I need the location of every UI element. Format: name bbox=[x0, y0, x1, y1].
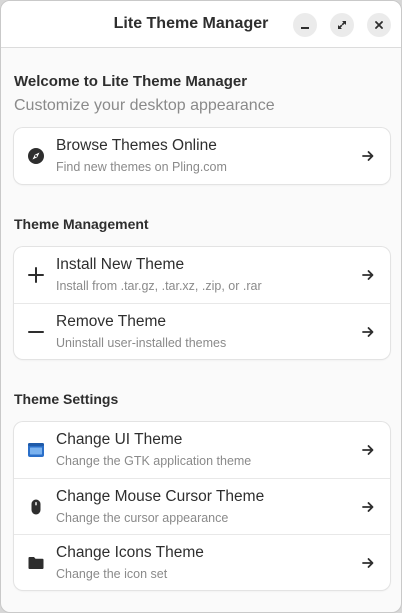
arrow-right-icon bbox=[360, 324, 376, 340]
row-title: Install New Theme bbox=[56, 256, 185, 273]
arrow-right-icon bbox=[360, 555, 376, 571]
row-title: Change Mouse Cursor Theme bbox=[56, 488, 265, 505]
row-subtitle: Change the cursor appearance bbox=[56, 511, 229, 525]
row-title: Remove Theme bbox=[56, 313, 166, 330]
arrow-right-icon bbox=[360, 499, 376, 515]
install-theme-row[interactable]: Install New Theme Install from .tar.gz, … bbox=[14, 247, 390, 303]
change-ui-theme-row[interactable]: Change UI Theme Change the GTK applicati… bbox=[14, 422, 390, 478]
row-subtitle: Find new themes on Pling.com bbox=[56, 160, 227, 174]
mouse-icon bbox=[27, 498, 45, 516]
theme-management-heading: Theme Management bbox=[14, 216, 149, 232]
close-icon bbox=[375, 21, 383, 29]
arrow-right-icon bbox=[360, 148, 376, 164]
change-cursor-theme-row[interactable]: Change Mouse Cursor Theme Change the cur… bbox=[14, 478, 390, 534]
row-subtitle: Uninstall user-installed themes bbox=[56, 336, 227, 350]
folder-icon bbox=[27, 554, 45, 572]
maximize-button[interactable] bbox=[330, 13, 354, 37]
app-window: Lite Theme Manager Welcome to Lite Theme… bbox=[0, 0, 402, 613]
row-subtitle: Change the GTK application theme bbox=[56, 454, 252, 468]
minus-icon bbox=[27, 323, 45, 341]
welcome-title: Welcome to Lite Theme Manager bbox=[14, 73, 248, 90]
browse-themes-row[interactable]: Browse Themes Online Find new themes on … bbox=[14, 128, 390, 184]
arrow-right-icon bbox=[360, 442, 376, 458]
browse-card: Browse Themes Online Find new themes on … bbox=[14, 128, 390, 184]
header-bar: Lite Theme Manager bbox=[1, 1, 401, 48]
row-subtitle: Change the icon set bbox=[56, 567, 168, 581]
remove-theme-row[interactable]: Remove Theme Uninstall user-installed th… bbox=[14, 303, 390, 359]
welcome-subtitle: Customize your desktop appearance bbox=[14, 97, 275, 114]
minimize-button[interactable] bbox=[293, 13, 317, 37]
row-title: Change Icons Theme bbox=[56, 544, 204, 561]
row-title: Browse Themes Online bbox=[56, 137, 217, 154]
row-title: Change UI Theme bbox=[56, 431, 183, 448]
close-button[interactable] bbox=[367, 13, 391, 37]
change-icons-theme-row[interactable]: Change Icons Theme Change the icon set bbox=[14, 534, 390, 590]
row-subtitle: Install from .tar.gz, .tar.xz, .zip, or … bbox=[56, 279, 262, 293]
arrow-right-icon bbox=[360, 267, 376, 283]
theme-settings-card: Change UI Theme Change the GTK applicati… bbox=[14, 422, 390, 590]
minimize-icon bbox=[301, 27, 309, 29]
theme-management-card: Install New Theme Install from .tar.gz, … bbox=[14, 247, 390, 359]
maximize-icon bbox=[338, 21, 346, 29]
window-icon bbox=[27, 441, 45, 459]
compass-icon bbox=[27, 147, 45, 165]
theme-settings-heading: Theme Settings bbox=[14, 391, 119, 407]
plus-icon bbox=[27, 266, 45, 284]
